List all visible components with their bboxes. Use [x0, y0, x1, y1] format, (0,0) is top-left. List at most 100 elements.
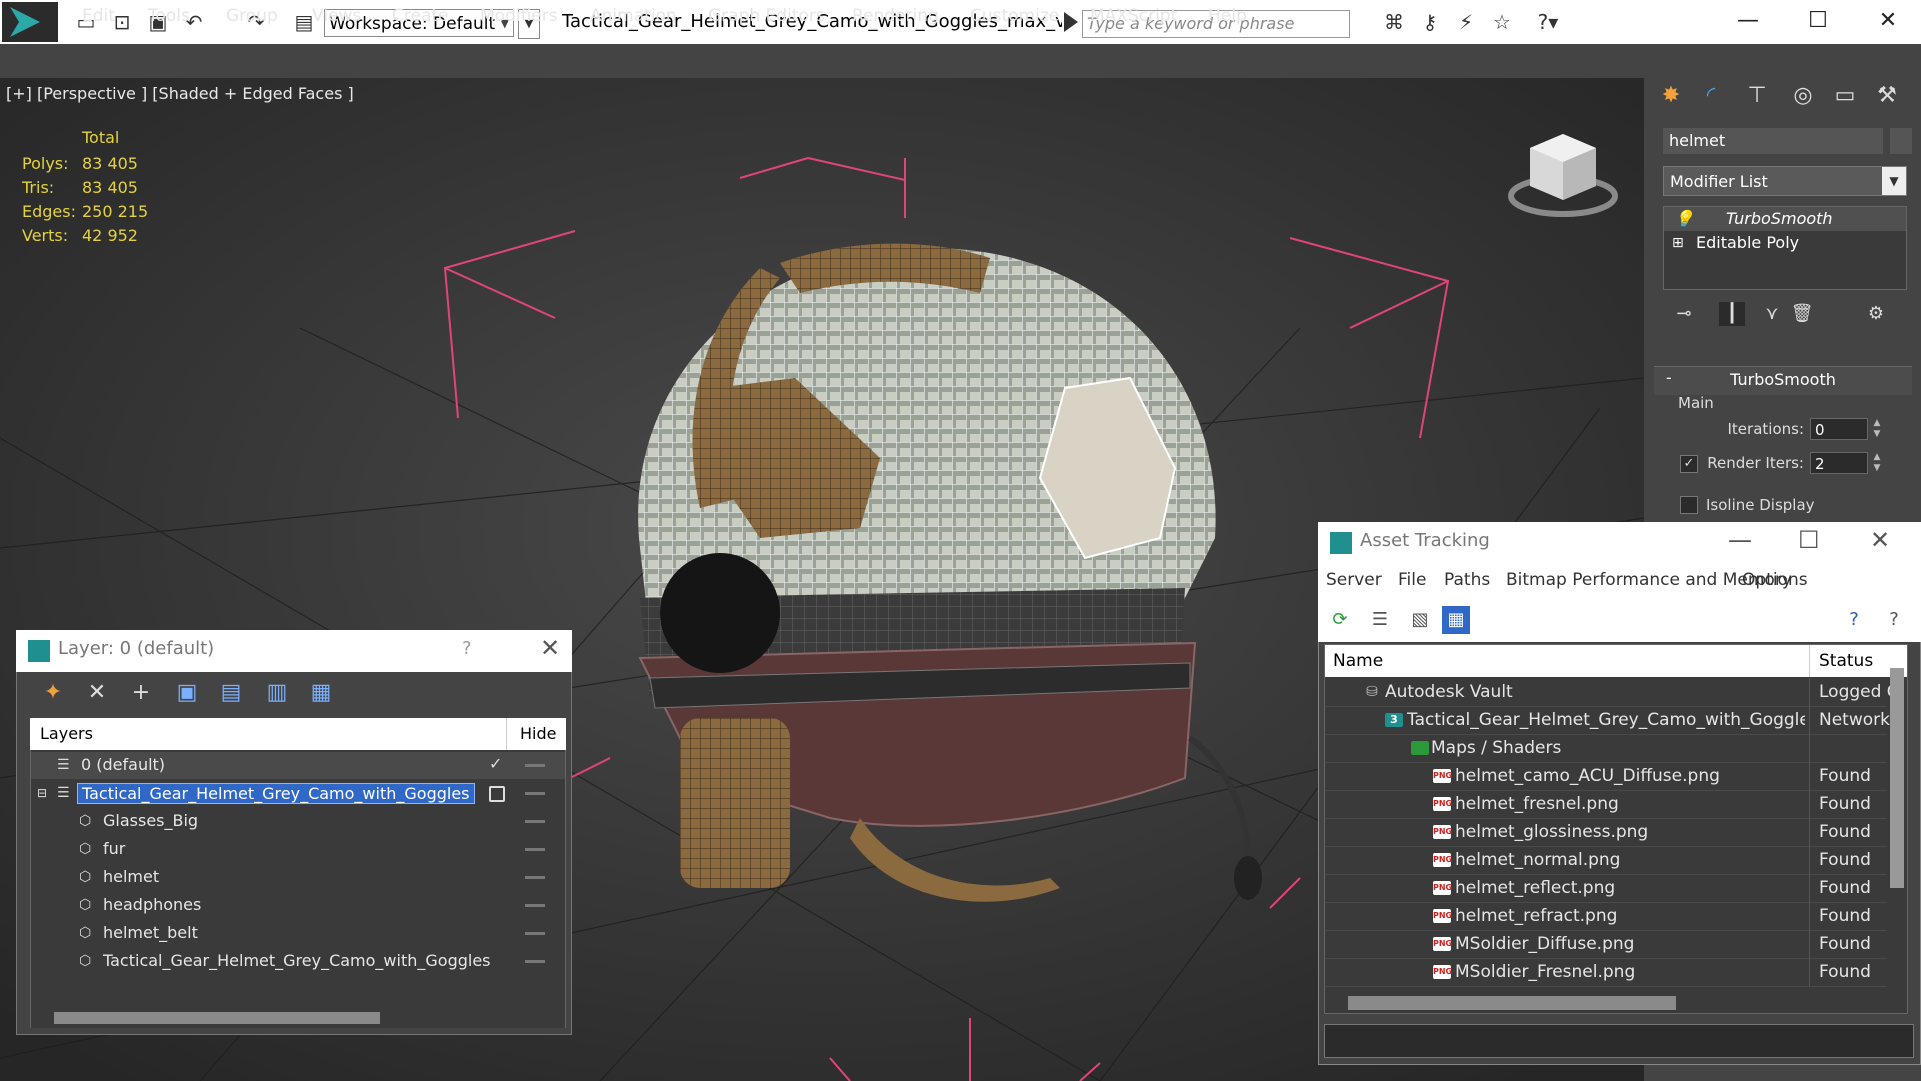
list-view-icon[interactable]: ☰	[1366, 606, 1394, 634]
asset-path-field[interactable]	[1324, 1024, 1914, 1058]
asset-menu-file[interactable]: File	[1398, 570, 1426, 590]
asset-row[interactable]: PNG MSoldier_Fresnel.png Found	[1325, 958, 1887, 987]
col-name[interactable]: Name	[1333, 651, 1383, 671]
object-name-field[interactable]: helmet	[1663, 128, 1883, 154]
binoculars-icon[interactable]: ⌘	[1382, 10, 1406, 34]
asset-menu-options[interactable]: Options	[1742, 570, 1808, 590]
stack-item-turbosmooth[interactable]: 💡 TurboSmooth	[1664, 207, 1906, 231]
hide-toggle[interactable]	[525, 960, 545, 963]
modify-tab-icon[interactable]: ◜	[1698, 84, 1724, 108]
layer-window-titlebar[interactable]: Layer: 0 (default) ? ✕	[16, 630, 572, 672]
viewcube-icon[interactable]	[1508, 128, 1618, 218]
lightbulb-icon[interactable]: 💡	[1674, 207, 1694, 231]
col-hide[interactable]: Hide	[520, 724, 556, 743]
hide-toggle[interactable]	[525, 932, 545, 935]
help-button[interactable]: ?	[462, 638, 472, 659]
menu-graph-editors[interactable]: Graph Editors	[708, 6, 825, 26]
display-tab-icon[interactable]: ▭	[1832, 84, 1858, 108]
iterations-spinner[interactable]: 0	[1810, 418, 1868, 440]
asset-hscroll-thumb[interactable]	[1348, 996, 1676, 1010]
hierarchy-tab-icon[interactable]: ⊤	[1744, 84, 1770, 108]
favorites-star-icon[interactable]: ☆	[1490, 10, 1514, 34]
render-iters-checkbox[interactable]: ✓	[1680, 455, 1698, 473]
layer-row[interactable]: ⬡ helmet	[31, 864, 565, 891]
sign-in-icon[interactable]: ⚡	[1454, 10, 1478, 34]
iterations-spinner-arrows[interactable]: ▲ ▼	[1870, 418, 1884, 440]
asset-row[interactable]: PNG helmet_reflect.png Found	[1325, 874, 1887, 903]
highlight-selected-layer-icon[interactable]: ▤	[216, 678, 246, 708]
menu-create[interactable]: Create	[392, 6, 449, 26]
col-layers[interactable]: Layers	[40, 724, 93, 743]
context-help-icon[interactable]: ?	[1880, 606, 1908, 634]
motion-tab-icon[interactable]: ◎	[1790, 84, 1816, 108]
maximize-button[interactable]: ☐	[1798, 6, 1838, 36]
viewport-label[interactable]: [+] [Perspective ] [Shaded + Edged Faces…	[6, 84, 354, 103]
refresh-icon[interactable]: ⟳	[1326, 606, 1354, 634]
render-iters-spinner-arrows[interactable]: ▲ ▼	[1870, 452, 1884, 474]
layer-row[interactable]: ⬡ Tactical_Gear_Helmet_Grey_Camo_with_Go…	[31, 948, 565, 975]
asset-row[interactable]: PNG helmet_refract.png Found	[1325, 902, 1887, 931]
asset-menu-server[interactable]: Server	[1326, 570, 1382, 590]
render-iters-spinner[interactable]: 2	[1810, 452, 1868, 474]
show-end-result-icon[interactable]: ┃	[1719, 302, 1745, 326]
current-layer-check-icon[interactable]: ✓	[489, 754, 502, 773]
remove-modifier-icon[interactable]: 🗑	[1789, 302, 1815, 326]
menu-maxscript[interactable]: MAXScript	[1090, 6, 1177, 26]
asset-row[interactable]: PNG helmet_camo_ACU_Diffuse.png Found	[1325, 762, 1887, 791]
menu-animation[interactable]: Animation	[590, 6, 677, 26]
delete-layer-icon[interactable]: ✕	[82, 678, 112, 708]
modifier-list-dropdown[interactable]: Modifier List ▼	[1663, 166, 1907, 196]
add-to-layer-icon[interactable]: +	[126, 678, 156, 708]
hide-toggle[interactable]	[525, 876, 545, 879]
expand-plus-icon[interactable]: ⊞	[1672, 231, 1684, 255]
asset-row[interactable]: PNG helmet_normal.png Found	[1325, 846, 1887, 875]
asset-row[interactable]: Maps / Shaders	[1325, 734, 1887, 763]
menu-tools[interactable]: Tools	[148, 6, 190, 26]
asset-row[interactable]: PNG helmet_glossiness.png Found	[1325, 818, 1887, 847]
menu-group[interactable]: Group	[226, 6, 278, 26]
utilities-tab-icon[interactable]: ⚒	[1874, 84, 1900, 108]
help-icon[interactable]: ?	[1840, 606, 1868, 634]
layer-row[interactable]: ⬡ fur	[31, 836, 565, 863]
close-button[interactable]: ✕	[540, 634, 560, 662]
asset-vscroll-thumb[interactable]	[1890, 668, 1904, 888]
layer-row[interactable]: ⬡ helmet_belt	[31, 920, 565, 947]
table-view-icon[interactable]: ▦	[1442, 606, 1470, 634]
menu-help[interactable]: Help	[1208, 6, 1247, 26]
app-logo-icon[interactable]	[2, 2, 58, 42]
freeze-all-layers-icon[interactable]: ▦	[306, 678, 336, 708]
help-icon[interactable]: ?▾	[1528, 10, 1568, 34]
close-button[interactable]: ✕	[1870, 526, 1890, 554]
layer-row[interactable]: ⬡ Glasses_Big	[31, 808, 565, 835]
hide-toggle[interactable]	[525, 792, 545, 795]
menu-rendering[interactable]: Rendering	[852, 6, 939, 26]
create-tab-icon[interactable]: ✸	[1658, 84, 1684, 108]
asset-menu-paths[interactable]: Paths	[1444, 570, 1490, 590]
menu-views[interactable]: Views	[312, 6, 361, 26]
menu-modifiers[interactable]: Modifiers	[480, 6, 558, 26]
key-icon[interactable]: ⚷	[1418, 10, 1442, 34]
close-button[interactable]: ✕	[1868, 6, 1908, 36]
layer-row[interactable]: ⊟ ☰ Tactical_Gear_Helmet_Grey_Camo_with_…	[31, 780, 565, 807]
make-unique-icon[interactable]: ⋎	[1759, 302, 1785, 326]
asset-row[interactable]: PNG helmet_fresnel.png Found	[1325, 790, 1887, 819]
thumbnail-view-icon[interactable]: ▧	[1406, 606, 1434, 634]
isoline-display-checkbox[interactable]	[1680, 496, 1698, 514]
minimize-button[interactable]: —	[1728, 526, 1752, 554]
hide-toggle[interactable]	[525, 848, 545, 851]
set-current-layer-icon[interactable]	[489, 786, 505, 802]
hide-toggle[interactable]	[525, 820, 545, 823]
col-status[interactable]: Status	[1819, 651, 1873, 671]
new-layer-icon[interactable]: ✦	[38, 678, 68, 708]
hide-toggle[interactable]	[525, 904, 545, 907]
asset-row[interactable]: PNG MSoldier_Diffuse.png Found	[1325, 930, 1887, 959]
hide-all-layers-icon[interactable]: ▥	[262, 678, 292, 708]
object-color-swatch[interactable]	[1890, 128, 1912, 154]
stack-item-editable-poly[interactable]: ⊞ Editable Poly	[1664, 231, 1906, 255]
layers-hscroll-thumb[interactable]	[54, 1012, 380, 1024]
collapse-icon[interactable]: ⊟	[37, 785, 53, 801]
configure-modifier-sets-icon[interactable]: ⚙	[1863, 302, 1889, 326]
menu-edit[interactable]: Edit	[82, 6, 115, 26]
layer-row[interactable]: ☰ 0 (default) ✓	[31, 752, 565, 779]
minimize-button[interactable]: —	[1728, 6, 1768, 36]
